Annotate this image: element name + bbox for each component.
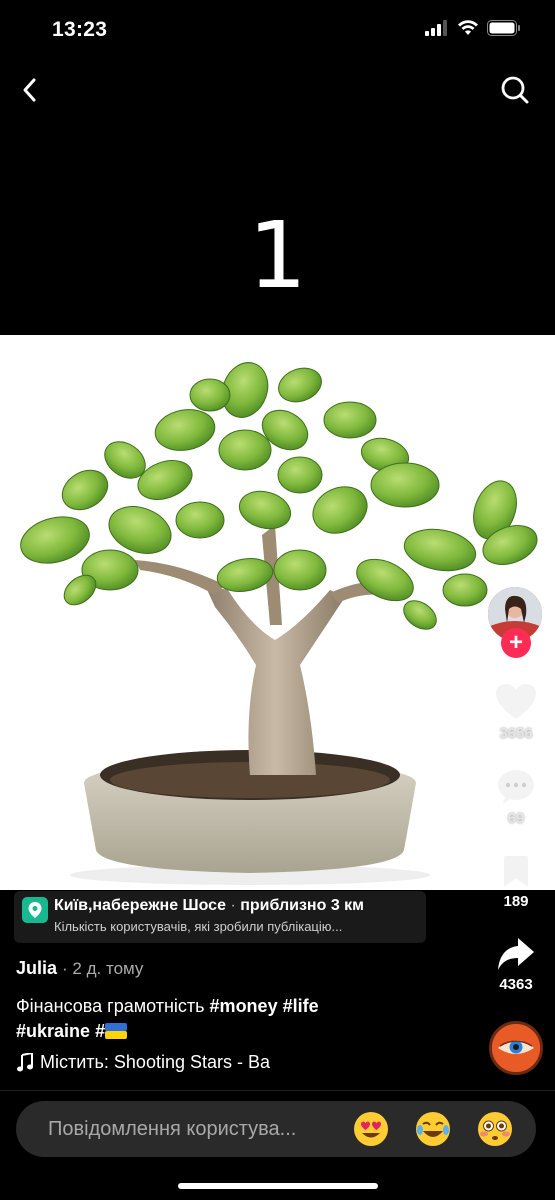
search-icon bbox=[501, 76, 529, 104]
post-caption: Фінансова грамотність #money #life #ukra… bbox=[16, 994, 456, 1044]
ukraine-flag-icon bbox=[105, 1023, 128, 1039]
status-icons bbox=[425, 20, 521, 36]
like-count: 3656 bbox=[499, 725, 533, 742]
share-arrow-icon bbox=[498, 938, 534, 970]
comment-icon bbox=[498, 770, 534, 804]
heart-eyes-emoji-icon[interactable] bbox=[352, 1110, 390, 1148]
like-button[interactable]: 3656 bbox=[486, 683, 546, 742]
location-subtitle: Кількість користувачів, які зробили публ… bbox=[54, 919, 343, 934]
hashtag-ukraine[interactable]: #ukraine bbox=[16, 1021, 90, 1041]
hashtag-life[interactable]: #life bbox=[283, 996, 319, 1016]
location-name: Київ,набережне Шосе bbox=[54, 897, 226, 914]
hashtag-symbol: # bbox=[95, 1021, 106, 1041]
bookmark-icon bbox=[504, 856, 528, 887]
bonsai-photo bbox=[0, 335, 555, 890]
location-distance: приблизно 3 км bbox=[240, 897, 364, 914]
save-count: 189 bbox=[503, 893, 529, 910]
post-time: · 2 д. тому bbox=[62, 959, 144, 978]
share-count: 4363 bbox=[499, 976, 533, 993]
comment-input[interactable]: Повідомлення користува... bbox=[48, 1118, 333, 1141]
sound-cover-icon bbox=[492, 1024, 540, 1072]
comment-count: 69 bbox=[507, 810, 525, 827]
save-button[interactable]: 189 bbox=[486, 855, 546, 910]
signal-icon bbox=[425, 20, 447, 36]
location-chip[interactable]: Київ,набережне Шосе · приблизно 3 км Кіл… bbox=[14, 891, 426, 943]
author-line: Julia · 2 д. тому bbox=[16, 958, 143, 979]
flushed-emoji-icon[interactable] bbox=[476, 1110, 514, 1148]
hashtag-flag[interactable]: # bbox=[95, 1021, 128, 1041]
battery-icon bbox=[487, 20, 520, 36]
search-button[interactable] bbox=[497, 72, 533, 108]
sound-label: Містить: Shooting Stars - Ba bbox=[40, 1052, 271, 1072]
home-indicator[interactable] bbox=[178, 1183, 378, 1189]
divider bbox=[0, 1090, 555, 1091]
follow-button[interactable]: + bbox=[501, 628, 531, 658]
status-time: 13:23 bbox=[52, 18, 108, 41]
music-disc[interactable] bbox=[489, 1021, 543, 1075]
sound-line[interactable]: Містить: Shooting Stars - Ba bbox=[16, 1052, 286, 1073]
hashtag-money[interactable]: #money bbox=[210, 996, 278, 1016]
back-button[interactable] bbox=[12, 72, 48, 108]
location-title: Київ,набережне Шосе · приблизно 3 км bbox=[54, 897, 364, 914]
laughing-emoji-icon[interactable] bbox=[414, 1110, 452, 1148]
location-pin-icon bbox=[22, 897, 48, 923]
comments-button[interactable]: 69 bbox=[486, 768, 546, 827]
music-note-icon bbox=[17, 1052, 33, 1071]
slide-number: 1 bbox=[248, 202, 307, 309]
share-button[interactable]: 4363 bbox=[486, 936, 546, 993]
comment-bar[interactable]: Повідомлення користува... bbox=[16, 1101, 536, 1157]
chevron-left-icon bbox=[23, 78, 36, 102]
wifi-icon bbox=[458, 20, 478, 35]
post-photo[interactable] bbox=[0, 335, 555, 890]
heart-icon bbox=[496, 684, 536, 719]
caption-text: Фінансова грамотність bbox=[16, 996, 210, 1016]
author-name[interactable]: Julia bbox=[16, 958, 57, 978]
